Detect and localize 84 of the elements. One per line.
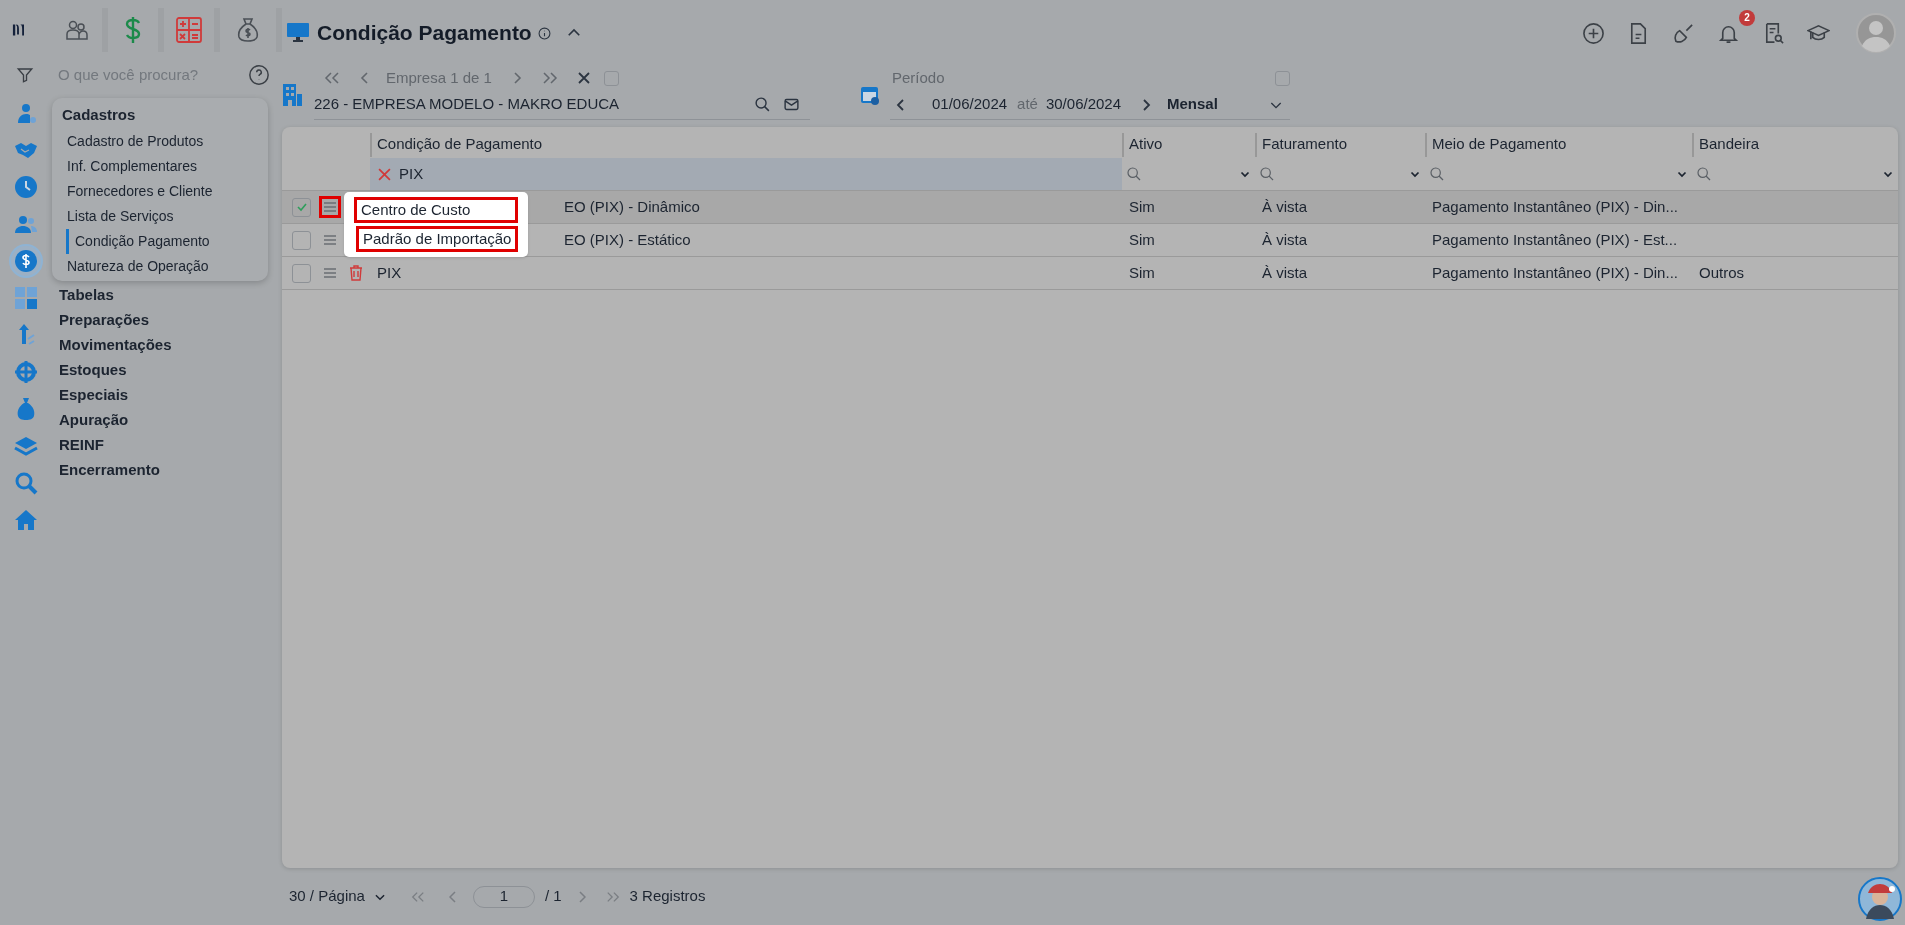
menu-section[interactable]: Especiais [52, 382, 268, 408]
checkbox[interactable] [1275, 70, 1290, 86]
last-page-icon[interactable] [605, 890, 620, 903]
broom-icon[interactable] [1672, 21, 1695, 45]
menu-item[interactable]: Natureza de Operação [62, 253, 258, 279]
date-separator: até [1017, 94, 1038, 115]
page-title: Condição Pagamento [317, 20, 532, 47]
info-icon[interactable] [537, 26, 551, 40]
notification-badge: 2 [1739, 9, 1755, 26]
next-icon[interactable] [511, 71, 522, 85]
menu-item[interactable]: Condição Pagamento [66, 228, 258, 254]
previous-icon[interactable] [360, 71, 370, 85]
menu-section[interactable]: Preparações [52, 307, 268, 333]
assistant-avatar[interactable] [1858, 877, 1902, 921]
company-field[interactable]: 226 - EMPRESA MODELO - MAKRO EDUCA [314, 93, 620, 116]
end-date[interactable]: 30/06/2024 [1045, 93, 1121, 116]
column-header[interactable]: Faturamento [1262, 133, 1348, 156]
menu-section[interactable]: REINF [52, 432, 268, 458]
table-cell: EO (PIX) - Estático [564, 230, 691, 248]
menu-section[interactable]: Movimentações [52, 332, 268, 358]
table-cell: Pagamento Instantâneo (PIX) - Est... [1432, 230, 1678, 248]
company-pager: Empresa 1 de 1 [386, 67, 492, 88]
column-header[interactable]: Condição de Pagamento [377, 133, 543, 156]
table-cell: À vista [1262, 197, 1307, 215]
monitor-icon [287, 23, 309, 43]
menu-item[interactable]: Fornecedores e Cliente [62, 178, 258, 204]
search-icon[interactable] [1696, 166, 1712, 182]
column-header[interactable]: Ativo [1129, 133, 1163, 156]
checkbox[interactable] [292, 230, 311, 250]
menu-item[interactable]: Cadastro de Produtos [62, 128, 258, 154]
menu-section[interactable]: Apuração [52, 407, 268, 433]
page-count: / 1 [544, 886, 562, 907]
search-icon[interactable] [754, 96, 771, 113]
previous-icon[interactable] [896, 97, 906, 112]
filter-field[interactable]: PIX [370, 158, 1122, 190]
trash-icon[interactable] [349, 265, 363, 281]
table-cell: Pagamento Instantâneo (PIX) - Din... [1432, 197, 1678, 215]
menu-section[interactable]: Estoques [52, 357, 268, 383]
column-header[interactable]: Bandeira [1699, 133, 1760, 156]
clear-icon[interactable] [378, 167, 391, 181]
first-page-icon[interactable] [324, 72, 340, 84]
menu-item[interactable]: Padrão de Importação [356, 226, 519, 252]
next-icon[interactable] [1141, 97, 1151, 112]
menu-item[interactable]: Inf. Complementares [62, 153, 258, 179]
menu-icon[interactable] [319, 196, 341, 218]
dollar-coin-icon[interactable] [9, 244, 43, 278]
table-cell: Sim [1129, 197, 1155, 215]
menu-section[interactable]: Tabelas [52, 282, 268, 308]
calendar-icon [860, 84, 880, 106]
mail-icon[interactable] [783, 96, 800, 113]
menu-item[interactable]: Centro de Custo [354, 197, 519, 223]
check-icon [295, 201, 308, 213]
building-icon [282, 83, 304, 107]
period-mode-dropdown[interactable]: Mensal [1167, 93, 1290, 116]
period-label: Período [892, 67, 945, 88]
table-cell: EO (PIX) - Dinâmico [564, 197, 700, 215]
page-size-dropdown[interactable]: 30 / Página [289, 885, 387, 908]
first-page-icon[interactable] [410, 890, 425, 903]
filter-icon[interactable] [16, 66, 34, 84]
last-page-icon[interactable] [541, 72, 558, 84]
table-cell: Outros [1699, 263, 1744, 281]
menu-section[interactable]: Cadastros [62, 104, 258, 127]
search-icon[interactable] [1126, 166, 1142, 182]
close-icon[interactable] [577, 72, 590, 84]
menu-section[interactable]: Encerramento [52, 457, 268, 483]
checkbox[interactable] [292, 263, 311, 283]
column-header[interactable]: Meio de Pagamento [1432, 133, 1567, 156]
user-avatar[interactable] [1856, 13, 1896, 53]
table-cell: Pagamento Instantâneo (PIX) - Din... [1432, 263, 1678, 281]
checkbox[interactable] [603, 70, 619, 86]
record-count: 3 Registros [629, 886, 706, 907]
table-cell: Sim [1129, 263, 1155, 281]
table-cell: À vista [1262, 230, 1307, 248]
search-icon[interactable] [1429, 166, 1445, 182]
search-icon[interactable] [1259, 166, 1275, 182]
start-date[interactable]: 01/06/2024 [932, 93, 1008, 116]
checkbox[interactable] [292, 197, 311, 217]
menu-item[interactable]: Lista de Serviços [62, 203, 258, 229]
table-row[interactable]: PIX Sim À vista Pagamento Instantâneo (PIX) - Din... Outros [282, 257, 1898, 290]
table-cell: PIX [377, 263, 402, 281]
table-cell: Sim [1129, 230, 1155, 248]
table-cell: À vista [1262, 263, 1307, 281]
help-icon[interactable] [248, 64, 270, 86]
add-icon[interactable] [1582, 21, 1605, 45]
